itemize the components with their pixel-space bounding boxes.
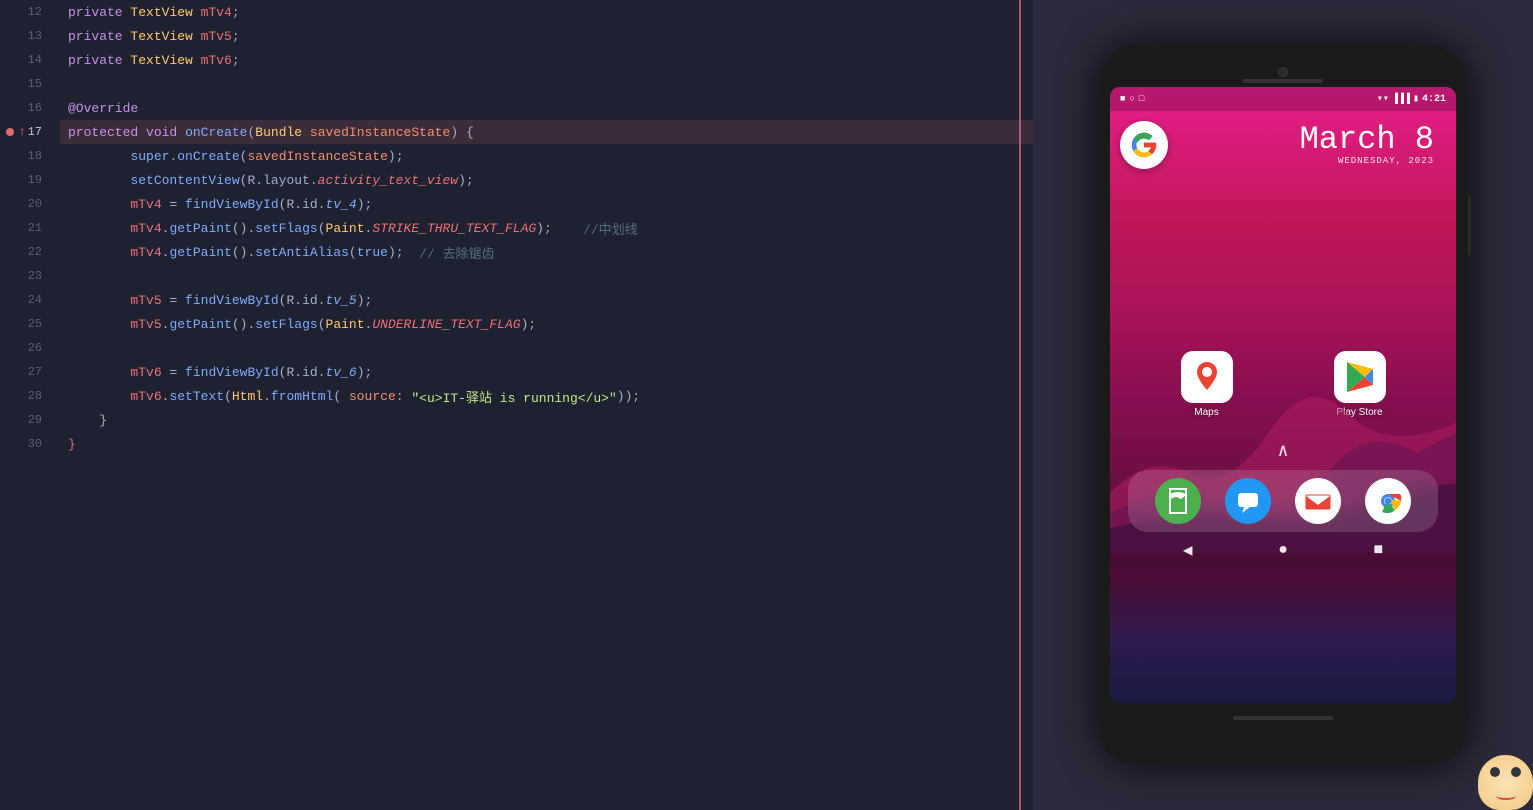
date-day: March 8 [1180,124,1434,156]
phone-home-bar [1233,716,1333,720]
date-widget: March 8 WEDNESDAY, 2023 [1168,119,1446,171]
line-num-28: 28 [0,384,50,408]
phone-bottom [1110,703,1456,733]
status-icon-1: ■ [1120,94,1125,104]
dock-container [1110,470,1456,532]
line-num-20: 20 [0,192,50,216]
drawer-chevron-icon: ∧ [1278,440,1289,462]
line-num-15: 15 [0,72,50,96]
code-line-18: super.onCreate(savedInstanceState); [60,144,1033,168]
dock-chrome[interactable] [1365,478,1411,524]
code-line-14: private TextView mTv6; [60,48,1033,72]
line-num-25: 25 [0,312,50,336]
line-num-30: 30 [0,432,50,456]
back-button[interactable]: ◀ [1183,540,1193,560]
code-line-30: } [60,432,1033,456]
code-content: private TextView mTv4; private TextView … [60,0,1033,810]
phone-camera [1278,67,1288,77]
phone-dock [1128,470,1438,532]
phone-speaker [1243,79,1323,83]
status-bar: ■ ○ □ ▾▾ ▐▐▐ ▮ 4:21 [1110,87,1456,111]
home-button[interactable]: ● [1278,541,1288,559]
clock: 4:21 [1422,94,1446,105]
vertical-line [1019,0,1021,810]
status-left-icons: ■ ○ □ [1120,94,1144,104]
top-bar: March 8 WEDNESDAY, 2023 [1110,111,1456,171]
wifi-icon: ▾▾ [1377,93,1389,105]
status-right: ▾▾ ▐▐▐ ▮ 4:21 [1377,93,1446,105]
code-line-12: private TextView mTv4; [60,0,1033,24]
breakpoint-icon [6,128,14,136]
dock-phone[interactable] [1155,478,1201,524]
code-line-28: mTv6.setText(Html.fromHtml( source: "<u>… [60,384,1033,408]
status-icon-3: □ [1139,94,1144,104]
code-line-19: setContentView(R.layout.activity_text_vi… [60,168,1033,192]
date-weekday: WEDNESDAY, 2023 [1180,156,1434,166]
line-num-24: 24 [0,288,50,312]
line-num-16: 16 [0,96,50,120]
mascot-character [1473,750,1533,810]
code-line-22: mTv4.getPaint().setAntiAlias(true); // 去… [60,240,1033,264]
debug-arrow-icon: ↑ [18,120,25,144]
dock-gmail[interactable] [1295,478,1341,524]
android-preview-panel: ■ ○ □ ▾▾ ▐▐▐ ▮ 4:21 [1033,0,1533,810]
phone-screen: ■ ○ □ ▾▾ ▐▐▐ ▮ 4:21 [1110,87,1456,703]
code-line-27: mTv6 = findViewById(R.id.tv_6); [60,360,1033,384]
line-num-17: ↑ 17 [0,120,50,144]
line-num-19: 19 [0,168,50,192]
code-line-24: mTv5 = findViewById(R.id.tv_5); [60,288,1033,312]
line-num-12: 12 [0,0,50,24]
line-num-18: 18 [0,144,50,168]
line-num-13: 13 [0,24,50,48]
line-num-14: 14 [0,48,50,72]
code-line-23 [60,264,1033,288]
line-num-23: 23 [0,264,50,288]
line-num-27: 27 [0,360,50,384]
phone-top-bar [1110,57,1456,87]
signal-icon: ▐▐▐ [1392,94,1410,105]
code-line-15 [60,72,1033,96]
code-line-29: } [60,408,1033,432]
line-num-26: 26 [0,336,50,360]
dock-messages[interactable] [1225,478,1271,524]
code-line-13: private TextView mTv5; [60,24,1033,48]
line-num-22: 22 [0,240,50,264]
google-icon[interactable] [1120,121,1168,169]
battery-icon: ▮ [1413,93,1419,105]
code-line-25: mTv5.getPaint().setFlags(Paint.UNDERLINE… [60,312,1033,336]
line-num-21: 21 [0,216,50,240]
recent-button[interactable]: ■ [1374,541,1384,559]
status-icon-2: ○ [1129,94,1134,104]
code-line-26 [60,336,1033,360]
line-numbers: 12 13 14 15 16 ↑ 17 18 19 20 21 22 23 24… [0,0,60,810]
code-line-20: mTv4 = findViewById(R.id.tv_4); [60,192,1033,216]
code-line-17: protected void onCreate(Bundle savedInst… [60,120,1033,144]
code-editor: 12 13 14 15 16 ↑ 17 18 19 20 21 22 23 24… [0,0,1033,810]
power-button [1468,195,1471,255]
code-line-21: mTv4.getPaint().setFlags(Paint.STRIKE_TH… [60,216,1033,240]
phone-mockup: ■ ○ □ ▾▾ ▐▐▐ ▮ 4:21 [1098,45,1468,765]
line-num-29: 29 [0,408,50,432]
code-line-16: @Override [60,96,1033,120]
